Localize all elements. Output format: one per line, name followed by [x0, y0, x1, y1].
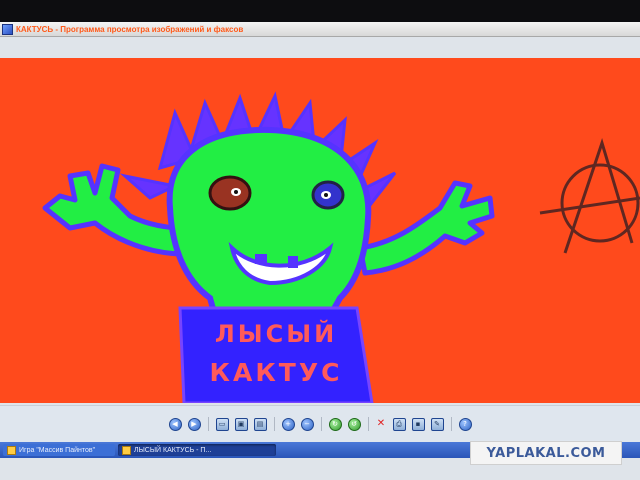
anarchy-symbol	[539, 138, 640, 254]
left-eye	[208, 175, 252, 211]
next-image-icon[interactable]: ▶	[187, 417, 201, 431]
taskbar-item-game[interactable]: Игра "Массив Пайнтов"	[3, 444, 115, 456]
print-icon[interactable]: ⎙	[392, 417, 406, 431]
taskbar-item-label: ЛЫСЫЙ КАКТУСЬ - П...	[134, 446, 212, 454]
monitor-screen: КАКТУСЬ - Программа просмотра изображени…	[0, 22, 640, 480]
rotate-counterclockwise-icon[interactable]: ↺	[347, 417, 361, 431]
pot-text-line1: ЛЫСЫЙ	[214, 320, 338, 348]
actual-size-icon[interactable]: ▣	[234, 417, 248, 431]
zoom-out-icon[interactable]: −	[300, 417, 314, 431]
taskbar-item-label: Игра "Массив Пайнтов"	[19, 446, 96, 454]
toolbar-separator	[367, 417, 369, 431]
taskbar-item-image-viewer[interactable]: ЛЫСЫЙ КАКТУСЬ - П...	[118, 444, 276, 456]
viewer-toolbar: ◀ ▶ ▭ ▣ ▤ + − ↻ ↺ ✕ ⎙ ▪ ✎ ?	[0, 405, 640, 442]
window-titlebar[interactable]: КАКТУСЬ - Программа просмотра изображени…	[0, 22, 640, 37]
slideshow-icon[interactable]: ▤	[253, 417, 267, 431]
program-icon	[7, 445, 16, 455]
help-icon[interactable]: ?	[458, 417, 472, 431]
zoom-in-icon[interactable]: +	[281, 417, 295, 431]
window-title: КАКТУСЬ - Программа просмотра изображени…	[16, 24, 244, 34]
cactus-body	[166, 126, 372, 319]
toolbar-separator	[320, 417, 322, 431]
pot-text-line2: КАКТУС	[209, 358, 343, 387]
image-canvas[interactable]: ЛЫСЫЙ КАКТУС	[0, 58, 640, 403]
previous-image-icon[interactable]: ◀	[168, 417, 182, 431]
toolbar-separator	[207, 417, 209, 431]
delete-icon[interactable]: ✕	[376, 419, 387, 430]
edit-icon[interactable]: ✎	[430, 417, 444, 431]
toolbar-separator	[450, 417, 452, 431]
image-viewer-icon	[122, 445, 131, 455]
site-watermark: YAPLAKAL.COM	[470, 441, 622, 465]
best-fit-icon[interactable]: ▭	[215, 417, 229, 431]
save-icon[interactable]: ▪	[411, 417, 425, 431]
cactus-drawing	[42, 91, 640, 403]
app-icon	[2, 23, 13, 35]
toolbar-separator	[273, 417, 275, 431]
rotate-clockwise-icon[interactable]: ↻	[328, 417, 342, 431]
